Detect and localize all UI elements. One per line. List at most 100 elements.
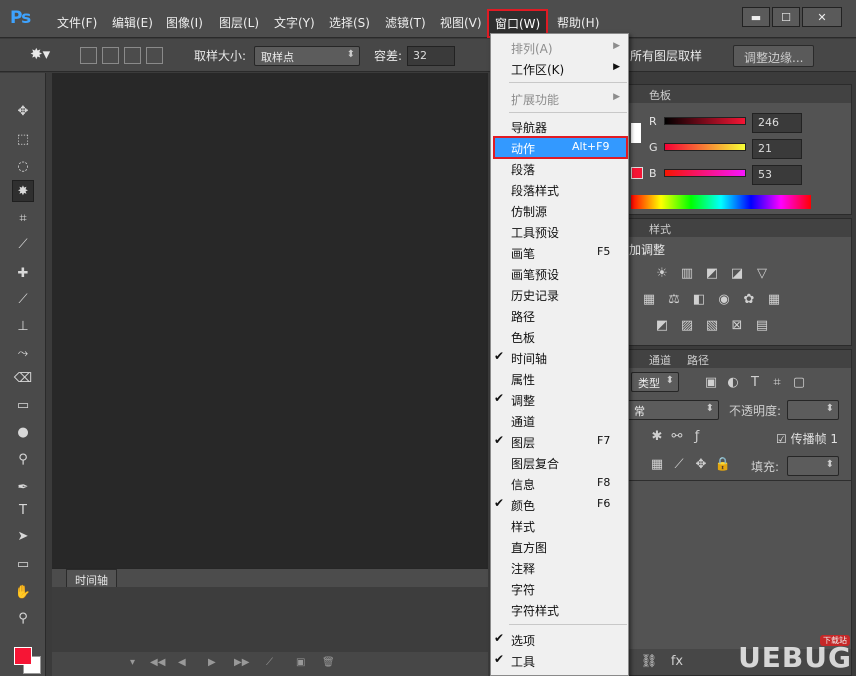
pen-tool-icon[interactable]: ✒ xyxy=(13,477,33,497)
photo-filter-icon[interactable]: ◉ xyxy=(716,291,732,307)
healing-brush-icon[interactable]: ✚ xyxy=(13,263,33,283)
sample-all-layers-label[interactable]: 所有图层取样 xyxy=(630,47,702,64)
menu-item-tool-presets[interactable]: 工具预设 xyxy=(491,221,628,242)
eyedropper-tool-icon[interactable]: ⟋ xyxy=(13,234,33,254)
channel-mixer-icon[interactable]: ✿ xyxy=(741,291,757,307)
unify-position-icon[interactable]: ⚯ xyxy=(669,428,685,444)
stamp-tool-icon[interactable]: ⊥ xyxy=(13,316,33,336)
menu-file[interactable]: 文件(F) xyxy=(57,14,97,31)
delete-frame-icon[interactable]: 🗑 xyxy=(322,657,335,668)
tolerance-input[interactable]: 32 xyxy=(407,46,455,66)
gradient-tool-icon[interactable]: ▭ xyxy=(13,395,33,415)
menu-item-arrange[interactable]: 排列(A) ▶ xyxy=(491,37,628,58)
menu-item-color[interactable]: ✔ 颜色 F6 xyxy=(491,494,628,515)
menu-type[interactable]: 文字(Y) xyxy=(274,14,315,31)
color-lookup-icon[interactable]: ▦ xyxy=(766,291,782,307)
menu-item-clone-source[interactable]: 仿制源 xyxy=(491,200,628,221)
menu-item-info[interactable]: 信息 F8 xyxy=(491,473,628,494)
zoom-tool-icon[interactable]: ⚲ xyxy=(13,608,33,628)
menu-item-actions[interactable]: 动作 Alt+F9 xyxy=(493,136,628,159)
curves-icon[interactable]: ◩ xyxy=(704,265,720,281)
hue-saturation-icon[interactable]: ▦ xyxy=(641,291,657,307)
blend-mode-select[interactable]: 常 xyxy=(627,400,719,420)
refine-edge-button[interactable]: 调整边缘... xyxy=(733,45,815,67)
menu-item-paragraph-styles[interactable]: 段落样式 xyxy=(491,179,628,200)
menu-layer[interactable]: 图层(L) xyxy=(219,14,259,31)
tab-swatches[interactable]: 色板 xyxy=(649,87,671,103)
duplicate-frame-icon[interactable]: ▣ xyxy=(296,657,305,668)
magic-wand-icon[interactable]: ✸▾ xyxy=(30,45,50,63)
channel-r-slider[interactable] xyxy=(664,117,746,125)
menu-item-adjustments[interactable]: ✔ 调整 xyxy=(491,389,628,410)
blur-tool-icon[interactable]: ● xyxy=(13,422,33,442)
color-balance-icon[interactable]: ⚖ xyxy=(666,291,682,307)
menu-item-extensions[interactable]: 扩展功能 ▶ xyxy=(491,88,628,109)
path-select-tool-icon[interactable]: ➤ xyxy=(13,526,33,546)
new-selection-icon[interactable] xyxy=(80,47,97,64)
filter-type-icon[interactable]: T xyxy=(747,374,763,390)
menu-item-properties[interactable]: 属性 xyxy=(491,368,628,389)
maximize-button[interactable]: ☐ xyxy=(772,7,800,27)
crop-tool-icon[interactable]: ⌗ xyxy=(13,208,33,228)
lock-brush-icon[interactable]: ⟋ xyxy=(671,456,687,472)
fx-icon[interactable]: fx xyxy=(669,653,685,669)
first-frame-icon[interactable]: ◀◀ xyxy=(150,657,165,668)
menu-item-notes[interactable]: 注释 xyxy=(491,557,628,578)
menu-item-paragraph[interactable]: 段落 xyxy=(491,158,628,179)
vibrance-icon[interactable]: ▽ xyxy=(754,265,770,281)
eraser-tool-icon[interactable]: ⌫ xyxy=(13,368,33,388)
shape-tool-icon[interactable]: ▭ xyxy=(13,554,33,574)
levels-icon[interactable]: ▥ xyxy=(679,265,695,281)
threshold-icon[interactable]: ▧ xyxy=(704,317,720,333)
menu-item-layers[interactable]: ✔ 图层 F7 xyxy=(491,431,628,452)
brush-tool-icon[interactable]: ⟋ xyxy=(13,289,33,309)
menu-view[interactable]: 视图(V) xyxy=(440,14,482,31)
menu-item-histogram[interactable]: 直方图 xyxy=(491,536,628,557)
menu-item-channels[interactable]: 通道 xyxy=(491,410,628,431)
channel-g-input[interactable]: 21 xyxy=(752,139,802,159)
posterize-icon[interactable]: ▨ xyxy=(679,317,695,333)
close-button[interactable]: ✕ xyxy=(802,7,842,27)
layer-filter-select[interactable]: 类型 xyxy=(631,372,679,392)
sample-size-select[interactable]: 取样点 xyxy=(254,46,360,66)
play-icon[interactable]: ▶ xyxy=(208,657,216,668)
lasso-tool-icon[interactable]: ◌ xyxy=(13,156,33,176)
menu-select[interactable]: 选择(S) xyxy=(329,14,370,31)
hand-tool-icon[interactable]: ✋ xyxy=(13,582,33,602)
menu-help[interactable]: 帮助(H) xyxy=(557,14,599,31)
lock-position-icon[interactable]: ✥ xyxy=(693,456,709,472)
menu-image[interactable]: 图像(I) xyxy=(166,14,203,31)
minimize-button[interactable]: ▬ xyxy=(742,7,770,27)
prev-frame-icon[interactable]: ◀ xyxy=(178,657,186,668)
lock-transparent-icon[interactable]: ✱ xyxy=(649,428,665,444)
propagate-checkbox-icon[interactable]: ☑ xyxy=(776,432,791,446)
foreground-color-swatch[interactable] xyxy=(14,647,32,665)
add-selection-icon[interactable] xyxy=(102,47,119,64)
filter-pixel-icon[interactable]: ▣ xyxy=(703,374,719,390)
filter-smart-icon[interactable]: ▢ xyxy=(791,374,807,390)
document-canvas[interactable] xyxy=(52,73,488,570)
tween-icon[interactable]: ⟋ xyxy=(266,657,273,668)
menu-edit[interactable]: 编辑(E) xyxy=(112,14,153,31)
menu-item-tools[interactable]: ✔ 工具 xyxy=(491,650,628,671)
menu-item-character[interactable]: 字符 xyxy=(491,578,628,599)
menu-item-paths[interactable]: 路径 xyxy=(491,305,628,326)
frame-select-icon[interactable]: ▾ xyxy=(130,657,135,668)
menu-item-layer-comps[interactable]: 图层复合 xyxy=(491,452,628,473)
menu-item-swatches[interactable]: 色板 xyxy=(491,326,628,347)
unify-style-icon[interactable]: ƒ xyxy=(689,428,705,444)
channel-r-input[interactable]: 246 xyxy=(752,113,802,133)
type-tool-icon[interactable]: T xyxy=(13,500,33,520)
marquee-tool-icon[interactable]: ⬚ xyxy=(13,129,33,149)
selective-color-icon[interactable]: ⊠ xyxy=(729,317,745,333)
lock-pixels-icon[interactable]: ▦ xyxy=(649,456,665,472)
filter-shape-icon[interactable]: ⌗ xyxy=(769,374,785,390)
tab-styles[interactable]: 样式 xyxy=(649,221,671,237)
channel-b-slider[interactable] xyxy=(664,169,746,177)
menu-item-styles[interactable]: 样式 xyxy=(491,515,628,536)
channel-g-slider[interactable] xyxy=(664,143,746,151)
menu-item-brush[interactable]: 画笔 F5 xyxy=(491,242,628,263)
tab-channels[interactable]: 通道 xyxy=(649,352,671,368)
brightness-icon[interactable]: ☀ xyxy=(654,265,670,281)
move-tool-icon[interactable]: ✥ xyxy=(13,101,33,121)
